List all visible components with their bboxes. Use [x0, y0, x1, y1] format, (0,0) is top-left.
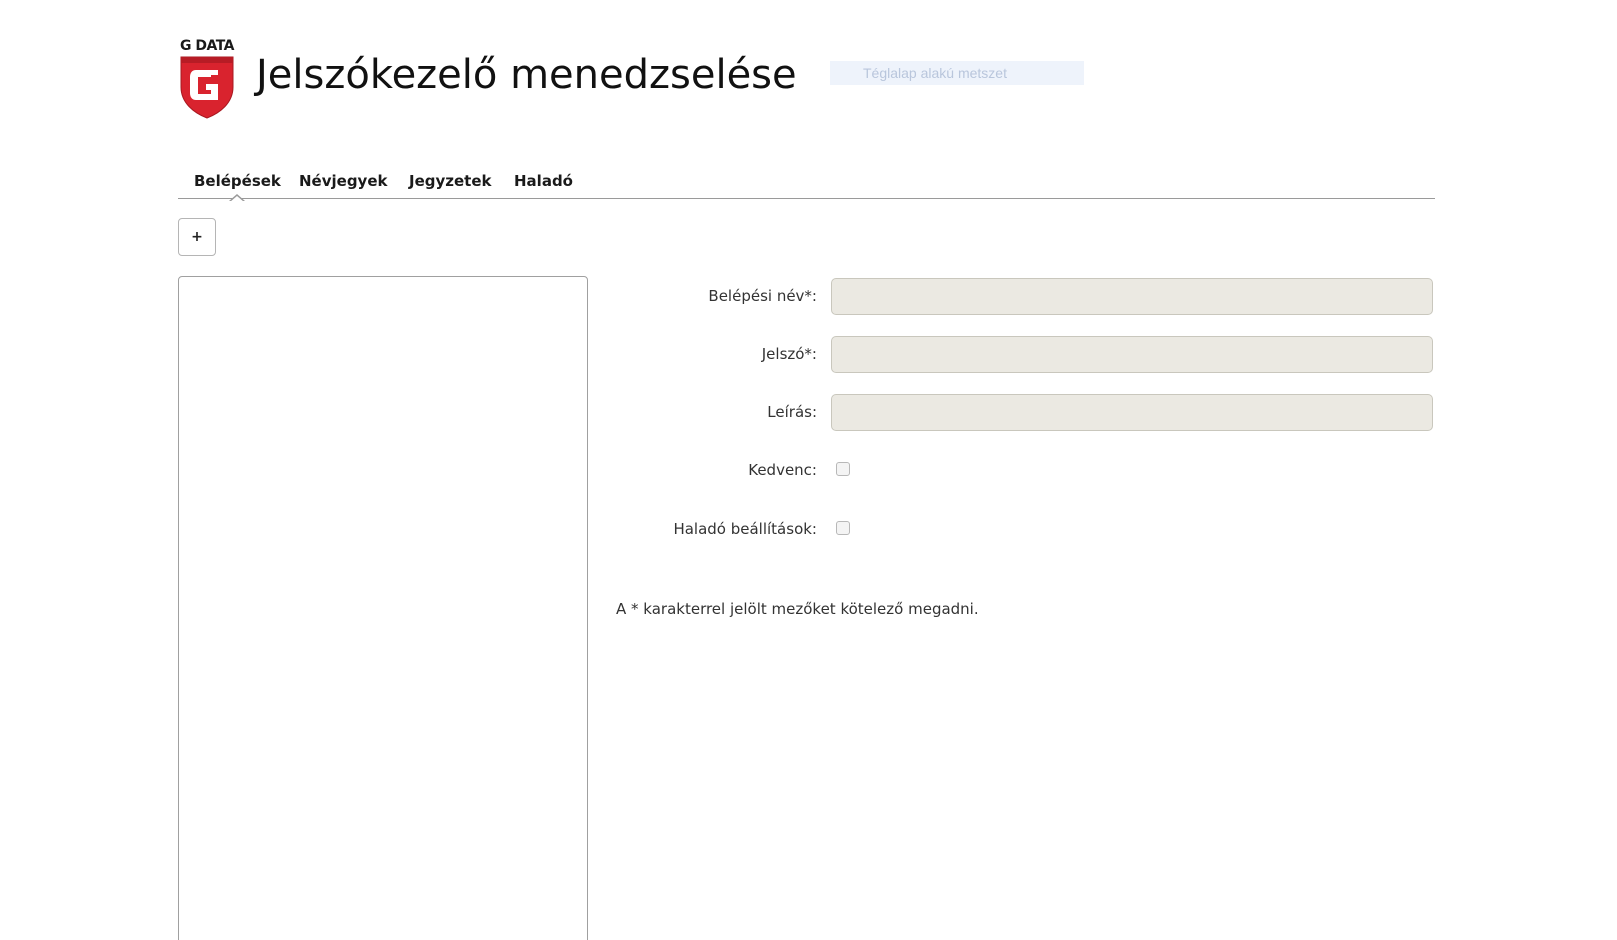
page-title: Jelszókezelő menedzselése — [256, 52, 797, 98]
logo-text: G DATA — [179, 38, 235, 54]
password-manager-page: G DATA Jelszókezelő menedzselése Téglala… — [0, 0, 1617, 940]
gdata-shield-logo-icon — [180, 56, 234, 119]
description-label: Leírás: — [767, 403, 817, 421]
favorite-label: Kedvenc: — [748, 461, 817, 479]
tab-logins[interactable]: Belépések — [194, 172, 281, 202]
gdata-logo: G DATA — [176, 38, 238, 122]
favorite-checkbox[interactable] — [836, 462, 850, 476]
description-input[interactable] — [831, 394, 1433, 431]
password-label: Jelszó*: — [761, 345, 817, 363]
tab-contacts[interactable]: Névjegyek — [299, 172, 387, 190]
tab-bar: Belépések Névjegyek Jegyzetek Haladó — [178, 164, 1435, 202]
advanced-settings-checkbox[interactable] — [836, 521, 850, 535]
entry-list[interactable] — [178, 276, 588, 940]
login-name-input[interactable] — [831, 278, 1433, 315]
advanced-settings-label: Haladó beállítások: — [673, 520, 817, 538]
tab-advanced[interactable]: Haladó — [514, 172, 573, 190]
password-input[interactable] — [831, 336, 1433, 373]
tab-notes[interactable]: Jegyzetek — [409, 172, 492, 190]
required-fields-note: A * karakterrel jelölt mezőket kötelező … — [616, 600, 979, 618]
snip-overlay-label: Téglalap alakú metszet — [830, 61, 1084, 85]
login-name-label: Belépési név*: — [708, 287, 817, 305]
add-entry-button[interactable]: + — [178, 218, 216, 256]
